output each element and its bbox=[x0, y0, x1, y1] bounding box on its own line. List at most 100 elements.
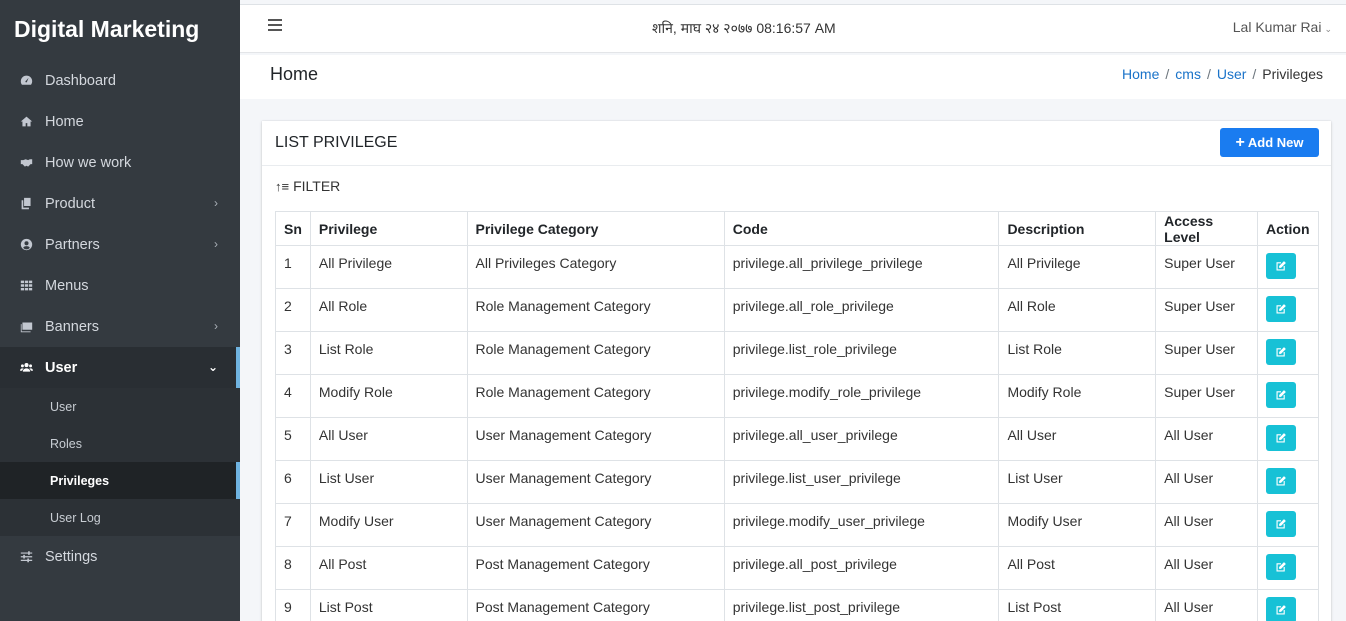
column-header-privilege: Privilege bbox=[309, 211, 468, 246]
sidebar-item-dashboard[interactable]: Dashboard bbox=[0, 60, 240, 101]
menu-toggle-icon[interactable] bbox=[268, 19, 284, 33]
privilege-list-card: LIST PRIVILEGE + Add New ↑≡ FILTER Sn Pr… bbox=[262, 121, 1331, 621]
cell-action bbox=[1256, 589, 1320, 621]
cell-access-level: Super User bbox=[1155, 288, 1258, 332]
sidebar-item-label: Settings bbox=[45, 548, 98, 565]
page-title: Home bbox=[270, 64, 319, 84]
users-icon bbox=[19, 361, 33, 375]
breadcrumb-separator: / bbox=[1165, 66, 1170, 82]
breadcrumb: Home / cms / User / Privileges bbox=[1122, 66, 1323, 82]
sidebar-item-label: Dashboard bbox=[45, 72, 116, 89]
cell-action bbox=[1256, 288, 1320, 332]
cell-action bbox=[1256, 460, 1320, 504]
edit-icon bbox=[1275, 604, 1287, 616]
sidebar-item-product[interactable]: Product › bbox=[0, 183, 240, 224]
table-row: 8 All Post Post Management Category privile… bbox=[275, 546, 1320, 590]
edit-button[interactable] bbox=[1265, 296, 1296, 322]
cell-category: Role Management Category bbox=[466, 331, 725, 375]
chevron-right-icon: › bbox=[214, 196, 218, 210]
brand-title[interactable]: Digital Marketing bbox=[0, 0, 240, 60]
cell-code: privilege.modify_user_privilege bbox=[723, 503, 1000, 547]
cell-access-level: All User bbox=[1155, 460, 1258, 504]
breadcrumb-home[interactable]: Home bbox=[1122, 66, 1159, 82]
cell-category: User Management Category bbox=[466, 460, 725, 504]
edit-button[interactable] bbox=[1265, 554, 1296, 580]
breadcrumb-user[interactable]: User bbox=[1217, 66, 1247, 82]
user-name: Lal Kumar Rai bbox=[1232, 19, 1322, 35]
cell-code: privilege.all_privilege_privilege bbox=[723, 245, 1000, 289]
sidebar-item-banners[interactable]: Banners › bbox=[0, 306, 240, 347]
submenu-item-user[interactable]: User bbox=[0, 388, 240, 425]
sidebar-item-user[interactable]: User ⌄ bbox=[0, 347, 240, 388]
privilege-table: Sn Privilege Privilege Category Code Des… bbox=[275, 211, 1320, 621]
cell-description: All Role bbox=[998, 288, 1157, 332]
sort-filter-icon: ↑≡ bbox=[275, 178, 290, 194]
filter-toggle[interactable]: ↑≡ FILTER bbox=[275, 178, 340, 194]
add-new-button[interactable]: + Add New bbox=[1220, 128, 1319, 157]
cell-sn: 9 bbox=[275, 589, 311, 621]
chevron-down-icon: ⌄ bbox=[1324, 24, 1332, 34]
cell-code: privilege.list_post_privilege bbox=[723, 589, 1000, 621]
column-header-description: Description bbox=[998, 211, 1157, 246]
cell-privilege: All User bbox=[309, 417, 468, 461]
submenu-item-user-log[interactable]: User Log bbox=[0, 499, 240, 536]
edit-button[interactable] bbox=[1265, 425, 1296, 451]
sidebar-item-settings[interactable]: Settings bbox=[0, 536, 240, 577]
cell-description: List Role bbox=[998, 331, 1157, 375]
user-menu[interactable]: Lal Kumar Rai ⌄ bbox=[1233, 19, 1332, 35]
cell-category: User Management Category bbox=[466, 503, 725, 547]
plus-icon: + bbox=[1235, 133, 1245, 151]
sidebar-item-label: Product bbox=[45, 195, 95, 212]
edit-button[interactable] bbox=[1265, 597, 1296, 621]
cell-access-level: All User bbox=[1155, 503, 1258, 547]
edit-button[interactable] bbox=[1265, 511, 1296, 537]
cell-sn: 2 bbox=[275, 288, 311, 332]
sidebar-item-label: How we work bbox=[45, 154, 132, 171]
breadcrumb-separator: / bbox=[1206, 66, 1211, 82]
sliders-icon bbox=[19, 550, 33, 564]
edit-button[interactable] bbox=[1265, 253, 1296, 279]
edit-button[interactable] bbox=[1265, 339, 1296, 365]
table-body: 1 All Privilege All Privileges Category pri… bbox=[275, 245, 1320, 621]
cell-sn: 7 bbox=[275, 503, 311, 547]
sidebar-item-label: Banners bbox=[45, 318, 100, 335]
sidebar-item-how-we-work[interactable]: How we work bbox=[0, 142, 240, 183]
cell-action bbox=[1256, 546, 1320, 590]
cell-privilege: Modify Role bbox=[309, 374, 468, 418]
current-datetime: शनि, माघ २४ २०७७ 08:16:57 AM bbox=[652, 20, 836, 36]
cell-sn: 1 bbox=[275, 245, 311, 289]
sidebar-item-menus[interactable]: Menus bbox=[0, 265, 240, 306]
submenu-item-label: Privileges bbox=[50, 473, 110, 488]
table-row: 9 List Post Post Management Category privil… bbox=[275, 589, 1320, 621]
cell-sn: 8 bbox=[275, 546, 311, 590]
card-header: LIST PRIVILEGE + Add New bbox=[262, 121, 1331, 166]
cell-action bbox=[1256, 331, 1320, 375]
home-icon bbox=[19, 115, 33, 129]
edit-icon bbox=[1275, 346, 1287, 358]
user-circle-icon bbox=[19, 238, 33, 252]
submenu-item-roles[interactable]: Roles bbox=[0, 425, 240, 462]
cell-privilege: Modify User bbox=[309, 503, 468, 547]
user-submenu: User Roles Privileges User Log bbox=[0, 388, 240, 536]
chevron-right-icon: › bbox=[214, 319, 218, 333]
edit-button[interactable] bbox=[1265, 468, 1296, 494]
sidebar-item-partners[interactable]: Partners › bbox=[0, 224, 240, 265]
cell-code: privilege.all_post_privilege bbox=[723, 546, 1000, 590]
sidebar-item-label: User bbox=[45, 359, 78, 376]
sidebar: Digital Marketing Dashboard Home How we … bbox=[0, 0, 240, 621]
handshake-icon bbox=[19, 156, 33, 170]
cell-description: List Post bbox=[998, 589, 1157, 621]
cell-privilege: All Role bbox=[309, 288, 468, 332]
cell-action bbox=[1256, 245, 1320, 289]
breadcrumb-cms[interactable]: cms bbox=[1175, 66, 1201, 82]
cell-privilege: List Post bbox=[309, 589, 468, 621]
submenu-item-privileges[interactable]: Privileges bbox=[0, 462, 240, 499]
cell-description: Modify Role bbox=[998, 374, 1157, 418]
edit-icon bbox=[1275, 303, 1287, 315]
edit-button[interactable] bbox=[1265, 382, 1296, 408]
cell-code: privilege.modify_role_privilege bbox=[723, 374, 1000, 418]
sidebar-item-label: Menus bbox=[45, 277, 89, 294]
edit-icon bbox=[1275, 561, 1287, 573]
chevron-down-icon: ⌄ bbox=[207, 360, 218, 374]
sidebar-item-home[interactable]: Home bbox=[0, 101, 240, 142]
